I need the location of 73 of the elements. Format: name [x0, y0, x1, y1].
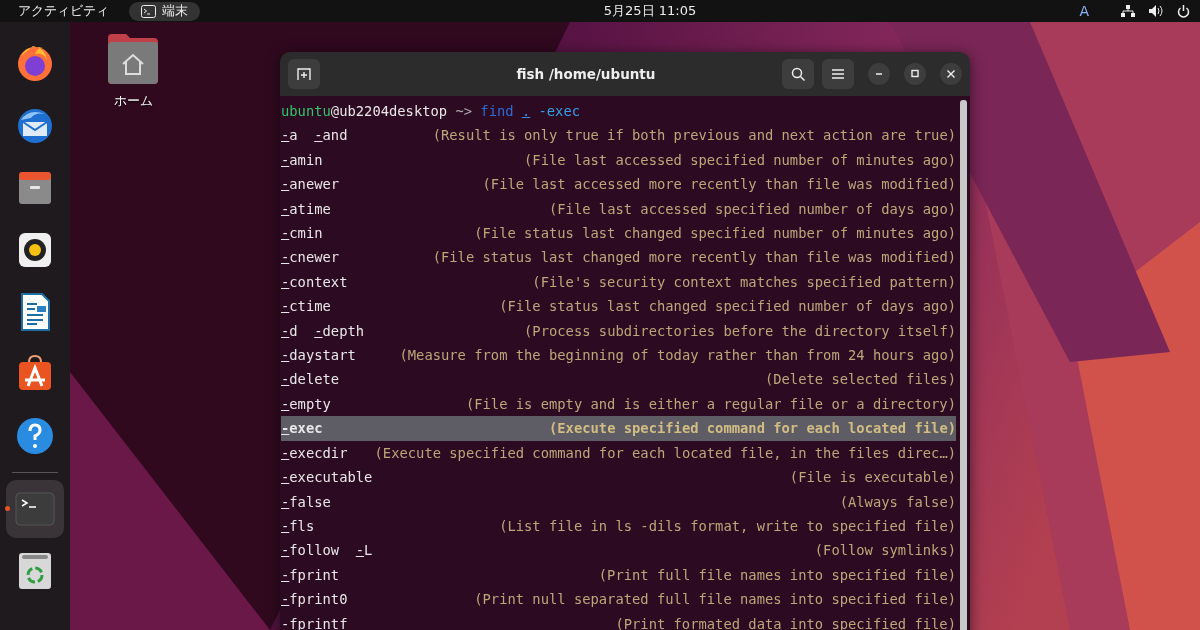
keyboard-layout-indicator[interactable]: A: [1079, 3, 1089, 19]
completion-option[interactable]: -empty: [281, 391, 331, 417]
completion-option[interactable]: -cmin: [281, 221, 323, 246]
power-icon[interactable]: [1177, 4, 1190, 18]
completion-description: (File is empty and is either a regular file or a directory): [465, 394, 956, 414]
completion-option[interactable]: -daystart: [281, 343, 356, 368]
completion-option[interactable]: -false: [281, 489, 331, 514]
completion-option[interactable]: -L: [355, 538, 373, 563]
completion-description: (Delete selected files): [764, 370, 956, 390]
completion-option[interactable]: -delete: [281, 367, 340, 392]
completion-option[interactable]: -depth: [314, 318, 365, 344]
menu-button[interactable]: [822, 59, 854, 89]
firefox-browser-icon[interactable]: [15, 44, 55, 84]
completion-option[interactable]: -executable: [281, 465, 373, 490]
completion-description: (File last accessed specified number of days ago): [549, 199, 956, 219]
completion-description: (Result is only true if both previous and next action are true): [432, 126, 956, 146]
close-button[interactable]: [940, 63, 962, 85]
terminal-icon: [141, 4, 156, 18]
app-menu-button[interactable]: 端末: [129, 1, 200, 21]
clock[interactable]: 5月25日 11:05: [603, 2, 697, 20]
activities-button[interactable]: アクティビティ: [18, 2, 109, 20]
completion-description: (Print null separated full file names into specified file): [474, 590, 956, 610]
minimize-button[interactable]: [868, 63, 890, 85]
volume-icon[interactable]: [1149, 5, 1163, 17]
search-icon: [791, 67, 805, 81]
scrollbar[interactable]: [960, 100, 967, 630]
completion-option[interactable]: -a: [281, 123, 298, 148]
completion-description: (List file in ls -dils format, write to specified file): [499, 516, 956, 536]
completion-description: (Execute specified command for each located file): [549, 419, 956, 439]
question-mark-icon[interactable]: [15, 416, 55, 456]
completion-description: (Always false): [839, 492, 956, 512]
completion-option[interactable]: -ctime: [281, 294, 331, 319]
running-indicator-dot: [5, 506, 10, 511]
selected-completion-row[interactable]: -exec (Execute specified command for each located file): [281, 416, 956, 441]
completion-option[interactable]: -cnewer: [281, 245, 340, 270]
maximize-icon: [910, 69, 920, 79]
completion-description: (File last accessed more recently than file was modified): [482, 175, 956, 195]
completion-description: (File is executable): [789, 468, 956, 488]
completion-option[interactable]: -fprint0: [281, 587, 348, 612]
completion-option[interactable]: -anewer: [281, 172, 340, 197]
mail-bird-icon[interactable]: [15, 106, 55, 146]
terminal-icon[interactable]: [15, 489, 55, 529]
command-prompt: ubuntu@ub2204desktop ~> find . -exec: [281, 102, 582, 121]
completion-option[interactable]: -amin: [281, 147, 323, 173]
desktop-icon-label[interactable]: ホーム: [113, 92, 153, 110]
completion-description: (File status last changed specified number of minutes ago): [474, 224, 956, 244]
completion-description: (File's security context matches specified pattern): [532, 272, 956, 292]
completion-description: (File status last changed more recently than file was modified): [432, 248, 956, 268]
search-button[interactable]: [782, 59, 814, 89]
home-folder-icon[interactable]: [106, 32, 160, 84]
completion-option[interactable]: -context: [281, 269, 348, 295]
new-tab-icon: [297, 67, 311, 81]
completion-description: (Measure from the beginning of today rather than from 24 hours ago): [399, 346, 956, 366]
completion-option[interactable]: -fprint: [281, 562, 340, 588]
maximize-button[interactable]: [904, 63, 926, 85]
completion-option[interactable]: -follow: [281, 538, 340, 563]
completion-description: (Process subdirectories before the directory itself): [524, 321, 956, 341]
new-tab-button[interactable]: [288, 59, 320, 89]
completion-description: (File status last changed specified number of days ago): [499, 297, 956, 317]
window-title: fish /home/ubuntu: [515, 66, 657, 82]
completion-description: (Execute specified command for each located file, in the files direc…): [374, 443, 956, 463]
completion-option[interactable]: -exec: [281, 416, 323, 441]
menu-icon: [832, 69, 844, 79]
close-icon: [946, 69, 956, 79]
completion-description: (Follow symlinks): [814, 541, 956, 561]
completion-option[interactable]: -and: [314, 123, 348, 148]
network-icon[interactable]: [1121, 5, 1135, 17]
completion-description: (Print full file names into specified file): [598, 565, 956, 585]
completion-option[interactable]: -fls: [281, 513, 315, 539]
completion-option[interactable]: -atime: [281, 196, 331, 222]
completion-description: (File last accessed specified number of minutes ago): [524, 150, 956, 170]
completion-option[interactable]: -d: [281, 318, 298, 344]
completion-option[interactable]: -execdir: [281, 440, 348, 466]
